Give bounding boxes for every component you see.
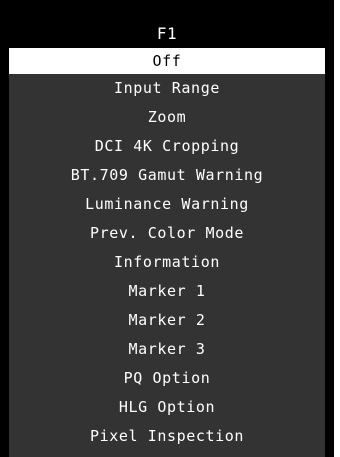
menu-item-marker-3[interactable]: Marker 3 xyxy=(9,335,325,364)
menu-item-pixel-inspection[interactable]: Pixel Inspection xyxy=(9,422,325,451)
menu-item-input-range[interactable]: Input Range xyxy=(9,74,325,103)
menu-item-marker-2[interactable]: Marker 2 xyxy=(9,306,325,335)
osd-frame: F1 Off Input Range Zoom DCI 4K Cropping … xyxy=(0,0,334,457)
menu-item-hlg-option[interactable]: HLG Option xyxy=(9,393,325,422)
menu-item-information[interactable]: Information xyxy=(9,248,325,277)
menu-item-off[interactable]: Off xyxy=(9,48,325,74)
menu-item-pq-option[interactable]: PQ Option xyxy=(9,364,325,393)
function-menu-list: Off Input Range Zoom DCI 4K Cropping BT.… xyxy=(9,48,325,451)
menu-item-bt709-gamut-warning[interactable]: BT.709 Gamut Warning xyxy=(9,161,325,190)
menu-item-zoom[interactable]: Zoom xyxy=(9,103,325,132)
menu-item-marker-1[interactable]: Marker 1 xyxy=(9,277,325,306)
menu-item-dci-4k-cropping[interactable]: DCI 4K Cropping xyxy=(9,132,325,161)
menu-item-prev-color-mode[interactable]: Prev. Color Mode xyxy=(9,219,325,248)
menu-header: F1 xyxy=(9,20,325,48)
osd-menu-panel: F1 Off Input Range Zoom DCI 4K Cropping … xyxy=(9,20,325,457)
menu-item-luminance-warning[interactable]: Luminance Warning xyxy=(9,190,325,219)
